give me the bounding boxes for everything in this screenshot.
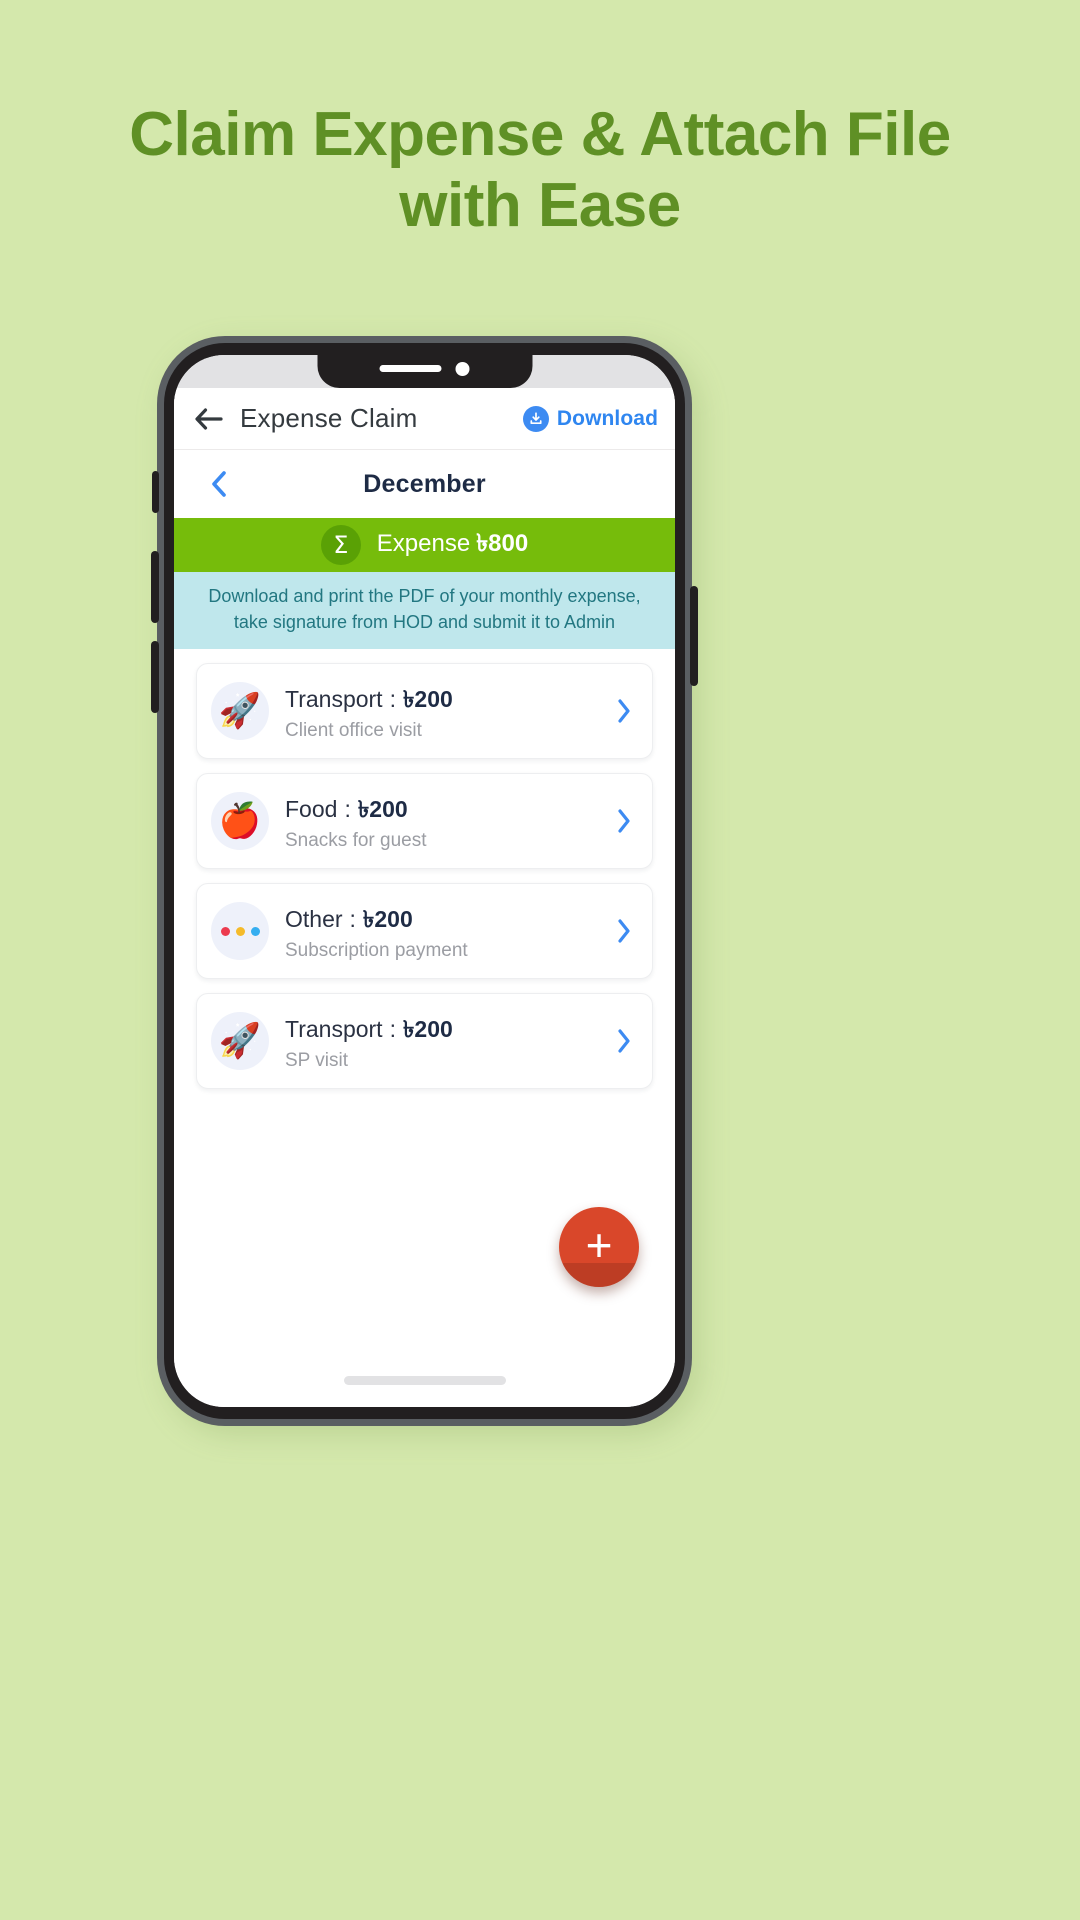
three-dots-icon: [211, 902, 269, 961]
home-indicator[interactable]: [343, 1376, 506, 1385]
page-headline: Claim Expense & Attach File with Ease: [0, 100, 1080, 241]
add-expense-fab-wrapper: +: [559, 1207, 639, 1287]
expense-item-title: Transport: ৳200: [285, 686, 453, 712]
expense-list-item[interactable]: Other: ৳200 Subscription payment: [196, 883, 653, 980]
app-content: Expense Claim Download December Σ Expens…: [174, 388, 675, 1407]
expense-separator: :: [389, 685, 396, 712]
phone-frame: Expense Claim Download December Σ Expens…: [151, 336, 698, 1426]
earpiece-speaker-icon: [379, 365, 442, 372]
apple-icon: 🍎: [211, 792, 269, 851]
front-camera-icon: [455, 361, 470, 376]
expense-list-item[interactable]: 🚀 Transport: ৳200 Client office visit: [196, 663, 653, 760]
expense-item-body: Transport: ৳200 SP visit: [285, 1011, 612, 1072]
expense-separator: :: [344, 795, 351, 822]
dot-yellow: [235, 926, 245, 936]
expense-list-item[interactable]: 🍎 Food: ৳200 Snacks for guest: [196, 773, 653, 870]
expense-description: Snacks for guest: [285, 829, 427, 851]
previous-month-button[interactable]: [202, 467, 236, 501]
expense-total-text: Expense ৳800: [377, 525, 528, 565]
expense-category-emoji: 🚀: [218, 692, 262, 731]
expense-amount: ৳200: [402, 685, 453, 712]
add-expense-button[interactable]: +: [559, 1207, 639, 1287]
three-dots-glyph: [220, 926, 260, 936]
dot-red: [220, 926, 230, 936]
chevron-right-icon[interactable]: [612, 696, 636, 726]
sigma-icon: Σ: [320, 525, 361, 565]
phone-notch: [317, 355, 532, 388]
expense-item-body: Transport: ৳200 Client office visit: [285, 681, 612, 742]
expense-category-emoji: 🚀: [218, 1022, 262, 1061]
expense-item-body: Other: ৳200 Subscription payment: [285, 901, 612, 962]
expense-total-amount: ৳800: [476, 530, 529, 557]
expense-total-label: Expense: [376, 530, 471, 557]
expense-item-body: Food: ৳200 Snacks for guest: [285, 791, 612, 852]
expense-item-title: Transport: ৳200: [285, 1016, 453, 1042]
download-label: Download: [556, 406, 658, 430]
expense-amount: ৳200: [362, 905, 413, 932]
phone-volume-down-button[interactable]: [151, 641, 159, 713]
month-navigation-bar: December: [174, 450, 675, 518]
headline-line-1: Claim Expense & Attach File: [129, 100, 951, 169]
expense-category: Food: [285, 795, 338, 822]
expense-separator: :: [349, 905, 356, 932]
phone-mute-button[interactable]: [152, 471, 159, 513]
expense-list: 🚀 Transport: ৳200 Client office visit 🍎 …: [174, 649, 675, 1104]
phone-volume-up-button[interactable]: [151, 551, 159, 623]
info-banner: Download and print the PDF of your month…: [174, 572, 675, 650]
expense-description: Subscription payment: [285, 939, 468, 961]
chevron-right-icon[interactable]: [612, 916, 636, 946]
plus-icon: +: [585, 1219, 613, 1271]
download-button[interactable]: Download: [522, 405, 658, 432]
headline-line-2: with Ease: [399, 170, 681, 240]
expense-list-item[interactable]: 🚀 Transport: ৳200 SP visit: [196, 993, 653, 1090]
expense-category: Transport: [285, 1015, 383, 1042]
phone-bezel: Expense Claim Download December Σ Expens…: [164, 343, 685, 1419]
back-arrow-icon[interactable]: [194, 404, 224, 434]
phone-power-button[interactable]: [690, 586, 698, 686]
rocket-icon: 🚀: [211, 682, 269, 741]
current-month-label: December: [363, 469, 486, 498]
expense-description: Client office visit: [285, 719, 422, 741]
expense-category: Other: [285, 905, 343, 932]
expense-total-banner: Σ Expense ৳800: [174, 518, 675, 572]
expense-amount: ৳200: [357, 795, 408, 822]
expense-category-emoji: 🍎: [218, 802, 262, 841]
expense-category: Transport: [285, 685, 383, 712]
chevron-right-icon[interactable]: [612, 1026, 636, 1056]
dot-blue: [250, 926, 260, 936]
chevron-right-icon[interactable]: [612, 806, 636, 836]
expense-description: SP visit: [285, 1049, 349, 1071]
expense-item-title: Other: ৳200: [285, 906, 413, 932]
phone-screen: Expense Claim Download December Σ Expens…: [174, 355, 675, 1407]
rocket-icon: 🚀: [211, 1012, 269, 1071]
expense-item-title: Food: ৳200: [285, 796, 408, 822]
expense-amount: ৳200: [402, 1015, 453, 1042]
page-title: Expense Claim: [240, 403, 418, 433]
download-icon: [522, 405, 549, 432]
expense-separator: :: [389, 1015, 396, 1042]
app-header: Expense Claim Download: [174, 388, 675, 450]
